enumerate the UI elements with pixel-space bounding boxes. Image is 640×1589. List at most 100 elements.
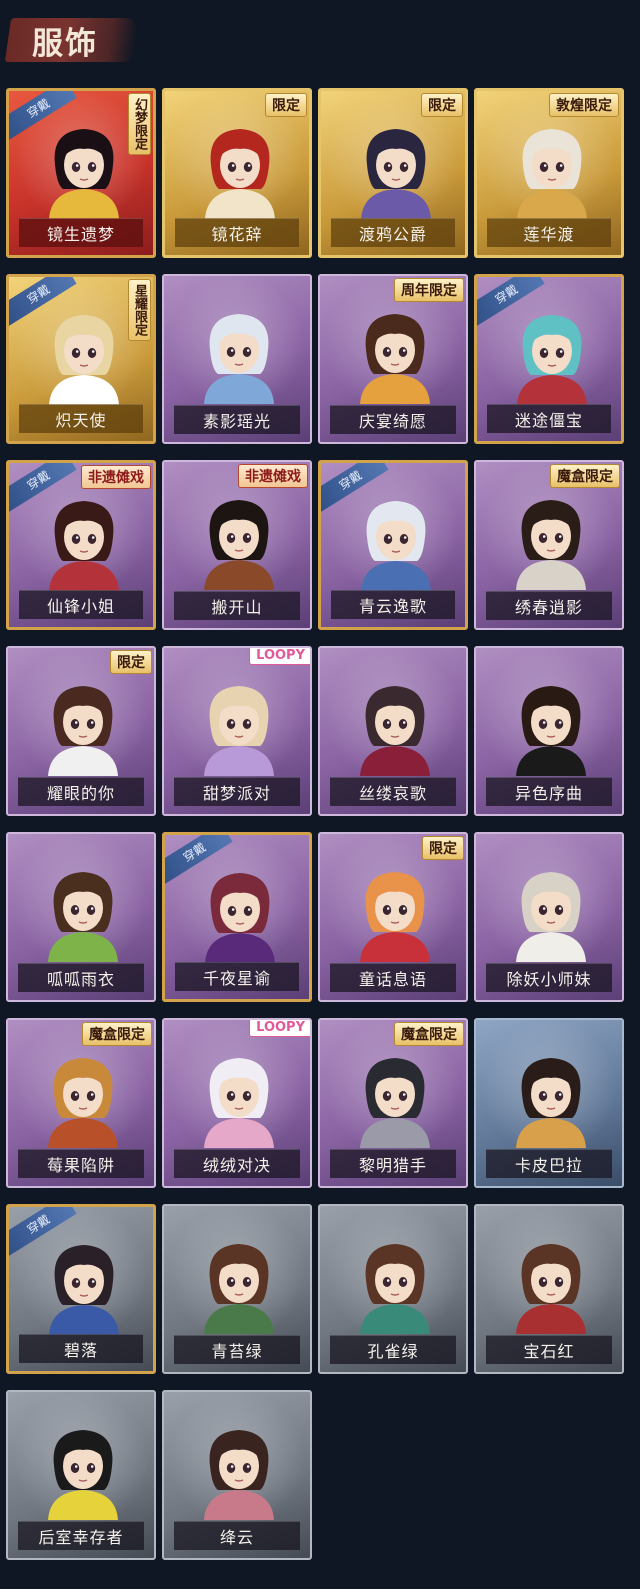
costume-name: 黎明猎手	[358, 1156, 427, 1175]
costume-card[interactable]: 孔雀绿	[318, 1204, 468, 1374]
character-portrait	[517, 315, 587, 405]
character-portrait	[360, 1244, 430, 1334]
costume-name: 除妖小师妹	[506, 970, 592, 989]
character-portrait	[516, 1244, 586, 1334]
costume-card[interactable]: 呱呱雨衣	[6, 832, 156, 1002]
costume-card[interactable]: 素影瑶光	[162, 274, 312, 444]
page-title: 服饰	[32, 26, 98, 62]
costume-name: 千夜星谕	[202, 969, 271, 988]
costume-card[interactable]: 魔盒限定莓果陷阱	[6, 1018, 156, 1188]
costume-card[interactable]: 敦煌限定 莲华渡	[474, 88, 624, 258]
limited-tag: 限定	[265, 93, 307, 117]
character-portrait	[360, 872, 430, 962]
costume-name-strip: 莓果陷阱	[18, 1149, 144, 1178]
limited-tag: 限定	[421, 93, 463, 117]
limited-tag: 魔盒限定	[394, 1022, 464, 1046]
costume-name: 庆宴绮愿	[358, 412, 427, 431]
limited-tag: LOOPY	[249, 1020, 310, 1037]
costume-card[interactable]: 丝缕哀歌	[318, 646, 468, 816]
costume-card[interactable]: 限定 耀眼的你	[6, 646, 156, 816]
costume-name: 呱呱雨衣	[46, 970, 115, 989]
costume-name-strip: 青云逸歌	[331, 590, 455, 619]
costume-card[interactable]: 卡皮巴拉	[474, 1018, 624, 1188]
limited-tag: 星耀限定	[128, 279, 151, 341]
limited-tag: LOOPY	[249, 648, 310, 665]
costume-name: 甜梦派对	[202, 784, 271, 803]
costume-name-strip: 耀眼的你	[18, 777, 144, 806]
costume-card[interactable]: 后室幸存者	[6, 1390, 156, 1560]
character-portrait	[360, 314, 430, 404]
character-portrait	[48, 872, 118, 962]
character-portrait	[204, 1430, 274, 1520]
costume-name-strip: 绛云	[174, 1521, 300, 1550]
costume-name-strip: 甜梦派对	[174, 777, 300, 806]
costume-name: 青云逸歌	[358, 597, 427, 616]
costume-card[interactable]: 穿戴 千夜星谕	[162, 832, 312, 1002]
costume-card[interactable]: 绛云	[162, 1390, 312, 1560]
limited-tag: 魔盒限定	[550, 464, 620, 488]
character-portrait	[204, 314, 274, 404]
costume-name: 莲华渡	[523, 225, 575, 244]
character-portrait	[360, 1058, 430, 1148]
limited-tag: 非遗傩戏	[238, 464, 308, 488]
character-portrait	[49, 315, 119, 405]
limited-tag: 周年限定	[394, 278, 464, 302]
costume-name-strip: 素影瑶光	[174, 405, 300, 434]
costume-name-strip: 青苔绿	[174, 1335, 300, 1364]
costume-name-strip: 绣春逍影	[486, 591, 612, 620]
costume-name-strip: 呱呱雨衣	[18, 963, 144, 992]
costume-card[interactable]: 限定渡鸦公爵	[318, 88, 468, 258]
limited-tag: 魔盒限定	[82, 1022, 152, 1046]
costume-name: 童话息语	[358, 970, 427, 989]
character-portrait	[204, 500, 274, 590]
costume-card[interactable]: 青苔绿	[162, 1204, 312, 1374]
costume-name: 绒绒对决	[202, 1156, 271, 1175]
costume-card[interactable]: 穿戴 青云逸歌	[318, 460, 468, 630]
costume-name-strip: 渡鸦公爵	[331, 218, 455, 247]
costume-card[interactable]: 魔盒限定黎明猎手	[318, 1018, 468, 1188]
costume-name: 仙锋小姐	[46, 597, 115, 616]
character-portrait	[204, 1244, 274, 1334]
costume-card[interactable]: LOOPY 绒绒对决	[162, 1018, 312, 1188]
costume-name-strip: 孔雀绿	[330, 1335, 456, 1364]
costume-card[interactable]: 非遗傩戏 穿戴 仙锋小姐	[6, 460, 156, 630]
costume-name: 迷途僵宝	[514, 411, 583, 430]
costume-card[interactable]: 限定童话息语	[318, 832, 468, 1002]
costume-card[interactable]: 穿戴 迷途僵宝	[474, 274, 624, 444]
costume-name-strip: 莲华渡	[487, 218, 611, 247]
costume-name: 渡鸦公爵	[358, 225, 427, 244]
costume-name: 耀眼的你	[46, 784, 115, 803]
costume-name-strip: 炽天使	[19, 404, 143, 433]
character-portrait	[205, 873, 275, 963]
costume-card[interactable]: 魔盒限定绣春逍影	[474, 460, 624, 630]
limited-tag: 幻梦限定	[128, 93, 151, 155]
limited-tag: 限定	[422, 836, 464, 860]
costume-card[interactable]: 幻梦限定 穿戴 镜生遗梦	[6, 88, 156, 258]
character-portrait	[516, 500, 586, 590]
costume-name: 莓果陷阱	[46, 1156, 115, 1175]
costume-card[interactable]: 除妖小师妹	[474, 832, 624, 1002]
costume-card[interactable]: LOOPY 甜梦派对	[162, 646, 312, 816]
costume-name-strip: 后室幸存者	[18, 1521, 144, 1550]
character-portrait	[48, 1430, 118, 1520]
costume-card[interactable]: 穿戴 碧落	[6, 1204, 156, 1374]
costume-name-strip: 碧落	[19, 1334, 143, 1363]
costume-name-strip: 异色序曲	[486, 777, 612, 806]
costume-name-strip: 绒绒对决	[174, 1149, 300, 1178]
costume-name-strip: 童话息语	[330, 963, 456, 992]
costume-card[interactable]: 宝石红	[474, 1204, 624, 1374]
costume-name: 绣春逍影	[514, 598, 583, 617]
character-portrait	[516, 1058, 586, 1148]
costume-card[interactable]: 星耀限定 穿戴 炽天使	[6, 274, 156, 444]
costume-card[interactable]: 限定 镜花辞	[162, 88, 312, 258]
character-portrait	[361, 501, 431, 591]
costume-card[interactable]: 非遗傩戏搬开山	[162, 460, 312, 630]
character-portrait	[49, 1245, 119, 1335]
costume-name: 青苔绿	[211, 1342, 263, 1361]
costume-name-strip: 宝石红	[486, 1335, 612, 1364]
costume-card[interactable]: 周年限定庆宴绮愿	[318, 274, 468, 444]
character-portrait	[516, 872, 586, 962]
costume-card[interactable]: 异色序曲	[474, 646, 624, 816]
costume-name-strip: 卡皮巴拉	[486, 1149, 612, 1178]
costume-name-strip: 搬开山	[174, 591, 300, 620]
